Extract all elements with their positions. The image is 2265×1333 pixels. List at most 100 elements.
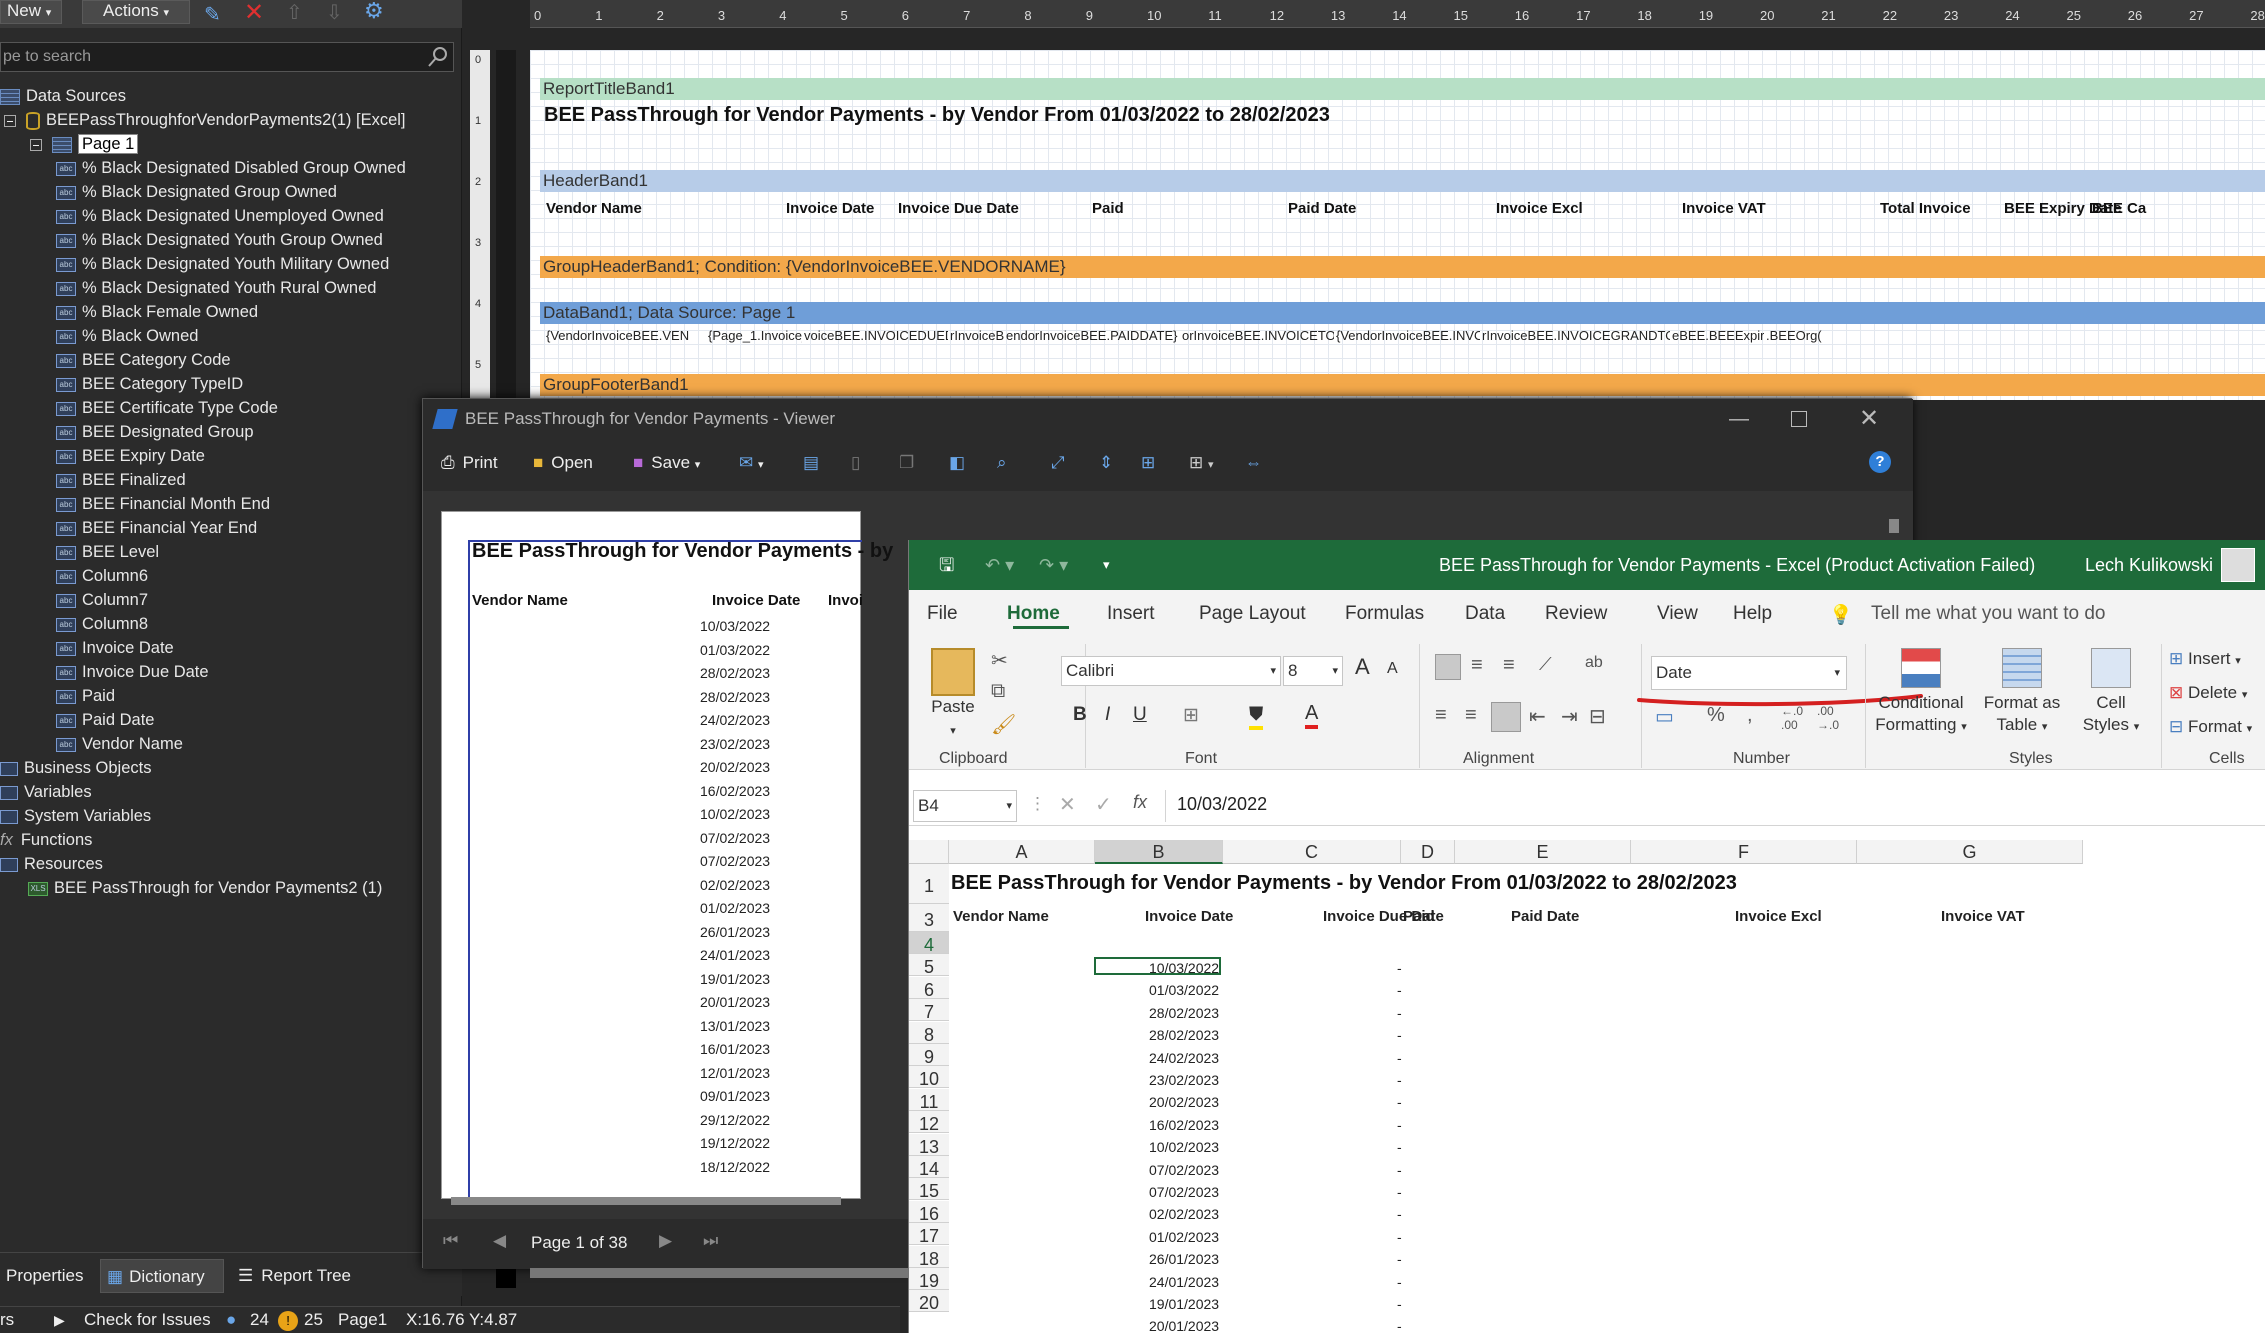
- data-field[interactable]: orInvoiceBEE.INVOICETOTALEXVAT}: [1182, 328, 1334, 343]
- decrease-decimal-icon[interactable]: .00 →.0: [1817, 704, 1839, 732]
- group-header-band[interactable]: GroupHeaderBand1; Condition: {VendorInvo…: [540, 256, 2265, 278]
- tree-field[interactable]: abc BEE Category TypeID: [56, 372, 243, 396]
- enter-icon[interactable]: ✓: [1095, 792, 1112, 817]
- save-icon[interactable]: 🖫: [939, 540, 954, 590]
- tab-properties[interactable]: Properties: [0, 1259, 89, 1293]
- tree-field[interactable]: abc Invoice Due Date: [56, 660, 209, 684]
- page-height-button[interactable]: ⇕: [1099, 453, 1113, 473]
- tree-field[interactable]: abc BEE Finalized: [56, 468, 186, 492]
- table-cell-due-date[interactable]: -: [1397, 1005, 1402, 1021]
- tree-field[interactable]: abc % Black Designated Group Owned: [56, 180, 337, 204]
- maximize-icon[interactable]: [1791, 411, 1807, 427]
- header-field[interactable]: Total Invoice: [1880, 200, 1971, 217]
- tree-field[interactable]: abc BEE Category Code: [56, 348, 231, 372]
- tree-field[interactable]: abc Paid: [56, 684, 115, 708]
- wrap-text-icon[interactable]: ab: [1585, 654, 1603, 672]
- tree-field[interactable]: abc BEE Level: [56, 540, 159, 564]
- table-cell-invoice-date[interactable]: 01/02/2023: [1149, 1229, 1219, 1245]
- fill-color-icon[interactable]: ⛊: [1249, 704, 1264, 730]
- bookmarks-button[interactable]: ▤: [803, 453, 819, 473]
- header-field[interactable]: Paid: [1092, 200, 1124, 217]
- accounting-format-icon[interactable]: ▭: [1655, 704, 1674, 729]
- header-field[interactable]: Invoice Excl: [1496, 200, 1583, 217]
- tree-field[interactable]: abc BEE Certificate Type Code: [56, 396, 278, 420]
- table-cell-invoice-date[interactable]: 16/02/2023: [1149, 1117, 1219, 1133]
- tab-file[interactable]: File: [927, 603, 958, 625]
- row-header[interactable]: 20: [909, 1290, 949, 1313]
- header-field[interactable]: Invoice VAT: [1682, 200, 1766, 217]
- next-page-icon[interactable]: ▶: [659, 1231, 672, 1251]
- row-header[interactable]: 17: [909, 1223, 949, 1246]
- tree-field[interactable]: abc Paid Date: [56, 708, 154, 732]
- designer-hscrollbar[interactable]: [530, 1268, 910, 1278]
- save-button[interactable]: ■ Save ▾: [633, 453, 700, 473]
- font-name-select[interactable]: Calibri ▾: [1061, 656, 1281, 686]
- data-field[interactable]: rInvoiceBEE.INVOICEGRANDTOTAL}: [1482, 328, 1670, 343]
- paste-button[interactable]: Paste ▾: [923, 648, 983, 742]
- table-cell-due-date[interactable]: -: [1397, 1072, 1402, 1088]
- row-header[interactable]: 4: [909, 932, 949, 955]
- editor-button[interactable]: ◧: [949, 453, 965, 473]
- row-header[interactable]: 19: [909, 1268, 949, 1291]
- thumbnails-button[interactable]: ▯: [851, 453, 860, 473]
- table-cell-due-date[interactable]: -: [1397, 1162, 1402, 1178]
- table-cell-invoice-date[interactable]: 26/01/2023: [1149, 1251, 1219, 1267]
- align-center-icon[interactable]: ≡: [1465, 704, 1477, 727]
- sheet-header-cell[interactable]: Invoice Excl: [1735, 908, 1822, 925]
- table-cell-invoice-date[interactable]: 23/02/2023: [1149, 1072, 1219, 1088]
- tab-review[interactable]: Review: [1545, 603, 1607, 625]
- borders-icon[interactable]: ⊞: [1183, 704, 1199, 727]
- tree-connection[interactable]: BEEPassThroughforVendorPayments2(1) [Exc…: [4, 108, 406, 132]
- insert-cells-button[interactable]: ⊞ Insert ▾: [2169, 648, 2241, 672]
- table-cell-due-date[interactable]: -: [1397, 1139, 1402, 1155]
- row-header[interactable]: 1: [909, 864, 949, 904]
- first-page-icon[interactable]: ⏮: [443, 1231, 458, 1251]
- table-cell-due-date[interactable]: -: [1397, 982, 1402, 998]
- table-cell-due-date[interactable]: -: [1397, 1318, 1402, 1333]
- search-input[interactable]: pe to search: [0, 42, 454, 72]
- table-cell-invoice-date[interactable]: 20/01/2023: [1149, 1318, 1219, 1333]
- prev-page-icon[interactable]: ◀: [493, 1231, 506, 1251]
- top-align-icon[interactable]: [1435, 654, 1461, 680]
- decrease-indent-icon[interactable]: ⇤: [1529, 704, 1546, 729]
- tab-view[interactable]: View: [1657, 603, 1698, 625]
- tree-field[interactable]: abc BEE Designated Group: [56, 420, 254, 444]
- lightbulb-icon[interactable]: 💡: [1829, 603, 1853, 627]
- row-header[interactable]: 18: [909, 1245, 949, 1269]
- table-cell-invoice-date[interactable]: 02/02/2023: [1149, 1206, 1219, 1222]
- spreadsheet-grid[interactable]: ABCDEFG 1 3 4 5 6 7 8 9 10 11 12 13 14 15 16 17 18 19 20 B…: [909, 840, 2265, 1333]
- underline-icon[interactable]: U: [1133, 704, 1147, 726]
- header-band[interactable]: HeaderBand1: [540, 170, 2265, 192]
- view-mode-button[interactable]: ⊞ ▾: [1189, 453, 1214, 473]
- column-header[interactable]: A: [949, 840, 1095, 864]
- copy-icon[interactable]: ⧉: [991, 680, 1005, 703]
- viewer-page[interactable]: BEE PassThrough for Vendor Payments - by…: [441, 511, 893, 1200]
- tree-field[interactable]: abc Column7: [56, 588, 148, 612]
- customize-qat-icon[interactable]: ▾: [1103, 540, 1110, 590]
- data-field[interactable]: voiceBEE.INVOICEDUEDATE}: [804, 328, 948, 343]
- data-band[interactable]: DataBand1; Data Source: Page 1: [540, 302, 2265, 324]
- column-header[interactable]: F: [1631, 840, 1857, 864]
- delete-cells-button[interactable]: ⊠ Delete ▾: [2169, 682, 2247, 706]
- bottom-align-icon[interactable]: ≡: [1503, 654, 1515, 677]
- table-cell-invoice-date[interactable]: 10/03/2022: [1149, 960, 1219, 976]
- tree-functions[interactable]: fx Functions: [0, 828, 92, 852]
- header-field[interactable]: Invoice Due Date: [898, 200, 1019, 217]
- column-header[interactable]: D: [1401, 840, 1455, 864]
- data-field[interactable]: {VendorInvoiceBEE.VEN: [546, 328, 696, 343]
- data-field[interactable]: {Page_1.Invoice_Date}: [708, 328, 802, 343]
- tab-formulas[interactable]: Formulas: [1345, 603, 1424, 625]
- gear-icon[interactable]: ⚙: [364, 0, 384, 24]
- data-field[interactable]: {VendorInvoiceBEE.INVOICEVAT}: [1336, 328, 1480, 343]
- help-icon[interactable]: ?: [1869, 451, 1891, 473]
- table-cell-invoice-date[interactable]: 28/02/2023: [1149, 1005, 1219, 1021]
- table-cell-due-date[interactable]: -: [1397, 1251, 1402, 1267]
- page-width-button[interactable]: ⇔: [1245, 453, 1262, 473]
- row-header[interactable]: 14: [909, 1156, 949, 1179]
- table-cell-invoice-date[interactable]: 07/02/2023: [1149, 1184, 1219, 1200]
- orientation-icon[interactable]: ⟋: [1539, 654, 1552, 675]
- tree-field[interactable]: abc % Black Designated Youth Rural Owned: [56, 276, 376, 300]
- row-header[interactable]: 7: [909, 999, 949, 1022]
- tree-field[interactable]: abc Vendor Name: [56, 732, 183, 756]
- format-as-table-button[interactable]: Format as Table ▾: [1977, 648, 2067, 738]
